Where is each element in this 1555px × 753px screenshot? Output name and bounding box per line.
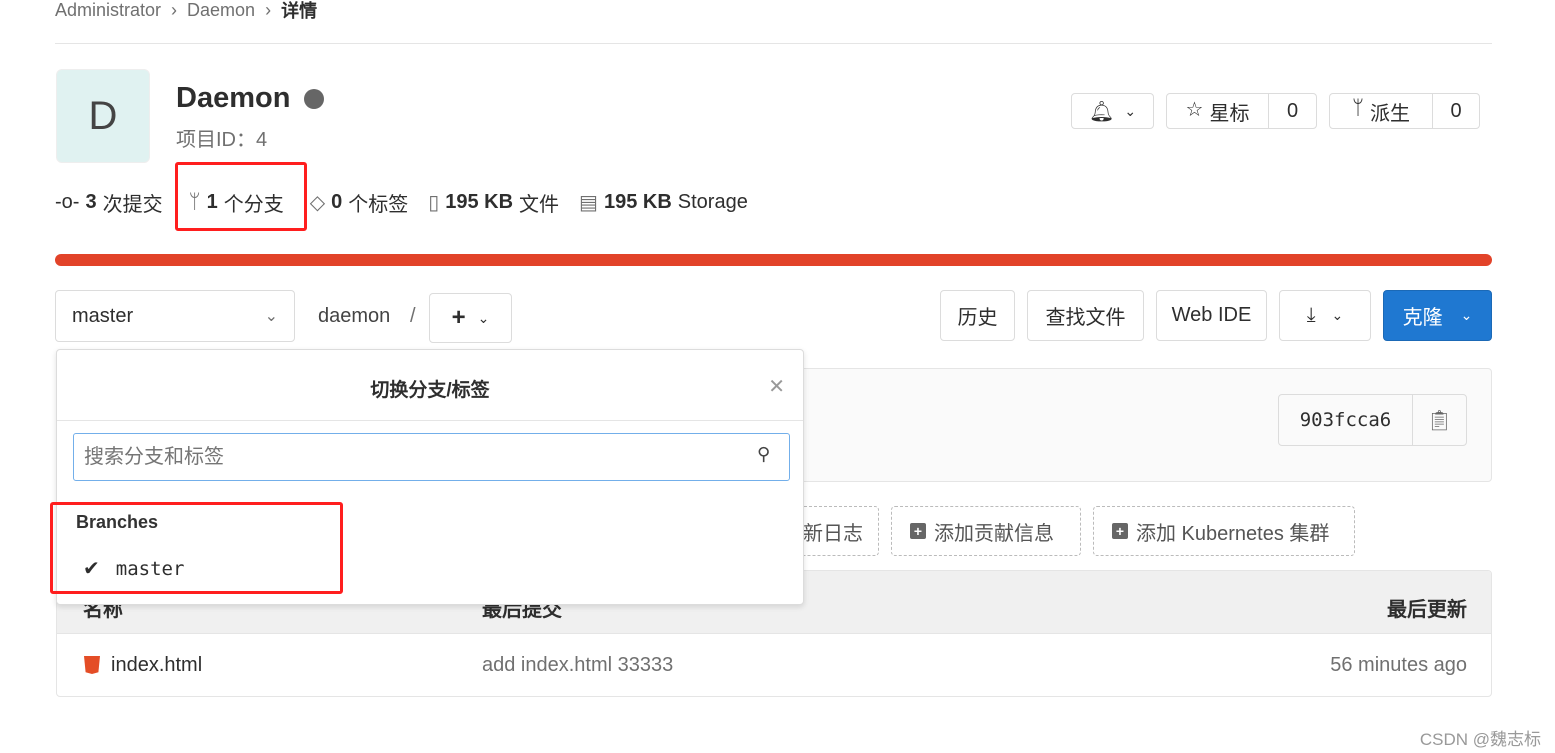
quick-action-kubernetes[interactable]: + 添加 Kubernetes 集群: [1093, 506, 1355, 556]
bell-icon: 🔔︎: [1088, 100, 1115, 123]
highlight-box: [50, 502, 343, 594]
watermark: CSDN @魏志标: [1419, 730, 1541, 749]
chevron-down-icon: ⌄: [1124, 102, 1137, 119]
html5-icon: [84, 656, 100, 674]
stat-storage[interactable]: ▤ 195 KB Storage: [579, 190, 748, 215]
stat-tags[interactable]: ◇ 0 个标签: [310, 188, 409, 217]
highlight-box: [175, 162, 307, 231]
chevron-right-icon: ›: [265, 0, 272, 20]
find-file-button[interactable]: 查找文件: [1027, 290, 1144, 341]
avatar: D: [56, 69, 150, 163]
branch-select[interactable]: master ⌄: [55, 290, 295, 342]
fork-icon: ᛘ: [1352, 96, 1364, 119]
star-count: 0: [1268, 94, 1316, 128]
history-button[interactable]: 历史: [940, 290, 1015, 341]
breadcrumb-current: 详情: [281, 1, 318, 21]
download-dropdown[interactable]: ⤓ ⌄: [1279, 290, 1371, 341]
file-link[interactable]: index.html: [111, 654, 202, 677]
chevron-down-icon: ⌄: [1331, 307, 1344, 323]
file-icon: ▯: [428, 192, 440, 214]
stats-bar: -o- 3 次提交 ᛘ 1 个分支 ◇ 0 个标签 ▯ 195 KB 文件 ▤ 195 KB Sto…: [55, 188, 748, 217]
globe-icon: [304, 88, 325, 109]
stat-files[interactable]: ▯ 195 KB 文件: [428, 188, 559, 217]
stat-commits[interactable]: -o- 3 次提交: [55, 188, 163, 217]
commit-message[interactable]: add index.html 33333: [482, 654, 673, 677]
plus-square-icon: +: [910, 523, 926, 539]
updated-time: 56 minutes ago: [1330, 654, 1467, 676]
close-icon[interactable]: ✕: [768, 374, 785, 399]
branch-search-input[interactable]: [73, 433, 790, 481]
chevron-down-icon: ⌄: [1460, 307, 1473, 323]
notification-dropdown[interactable]: 🔔︎ ⌄: [1071, 93, 1154, 129]
fork-button[interactable]: ᛘ 派生 0: [1329, 93, 1480, 129]
breadcrumb-daemon[interactable]: Daemon: [187, 0, 255, 21]
star-icon: ☆: [1185, 98, 1204, 121]
table-row[interactable]: index.html add index.html 33333 56 minut…: [57, 634, 1491, 696]
star-button[interactable]: ☆ 星标 0: [1166, 93, 1317, 129]
path-root[interactable]: daemon: [318, 305, 390, 328]
add-dropdown[interactable]: + ⌄: [429, 293, 512, 343]
divider: [55, 43, 1492, 44]
commit-icon: -o-: [55, 191, 80, 213]
chevron-down-icon: ⌄: [264, 308, 278, 325]
path-separator: /: [410, 305, 416, 327]
clone-button[interactable]: 克隆 ⌄: [1383, 290, 1492, 341]
breadcrumb-administrator[interactable]: Administrator: [55, 0, 161, 21]
download-icon: ⤓: [1306, 304, 1316, 326]
quick-action-contributing[interactable]: + 添加贡献信息: [891, 506, 1081, 556]
fork-count: 0: [1432, 94, 1479, 128]
commit-sha-button[interactable]: 903fcca6 📋︎: [1278, 394, 1467, 446]
breadcrumb: Administrator › Daemon › 详情: [55, 0, 317, 23]
progress-bar: [55, 254, 1492, 266]
plus-square-icon: +: [1112, 523, 1128, 539]
tag-icon: ◇: [309, 192, 326, 214]
chevron-right-icon: ›: [171, 0, 178, 20]
chevron-down-icon: ⌄: [477, 309, 490, 326]
dropdown-title: 切换分支/标签: [370, 380, 490, 401]
divider: [57, 420, 803, 421]
web-ide-button[interactable]: Web IDE: [1156, 290, 1267, 341]
project-title: Daemon: [176, 82, 291, 114]
project-id: 项目ID：4: [176, 129, 268, 151]
clipboard-icon[interactable]: 📋︎: [1412, 395, 1466, 445]
search-icon: ⚲: [757, 444, 771, 464]
storage-icon: ▤: [579, 192, 598, 214]
